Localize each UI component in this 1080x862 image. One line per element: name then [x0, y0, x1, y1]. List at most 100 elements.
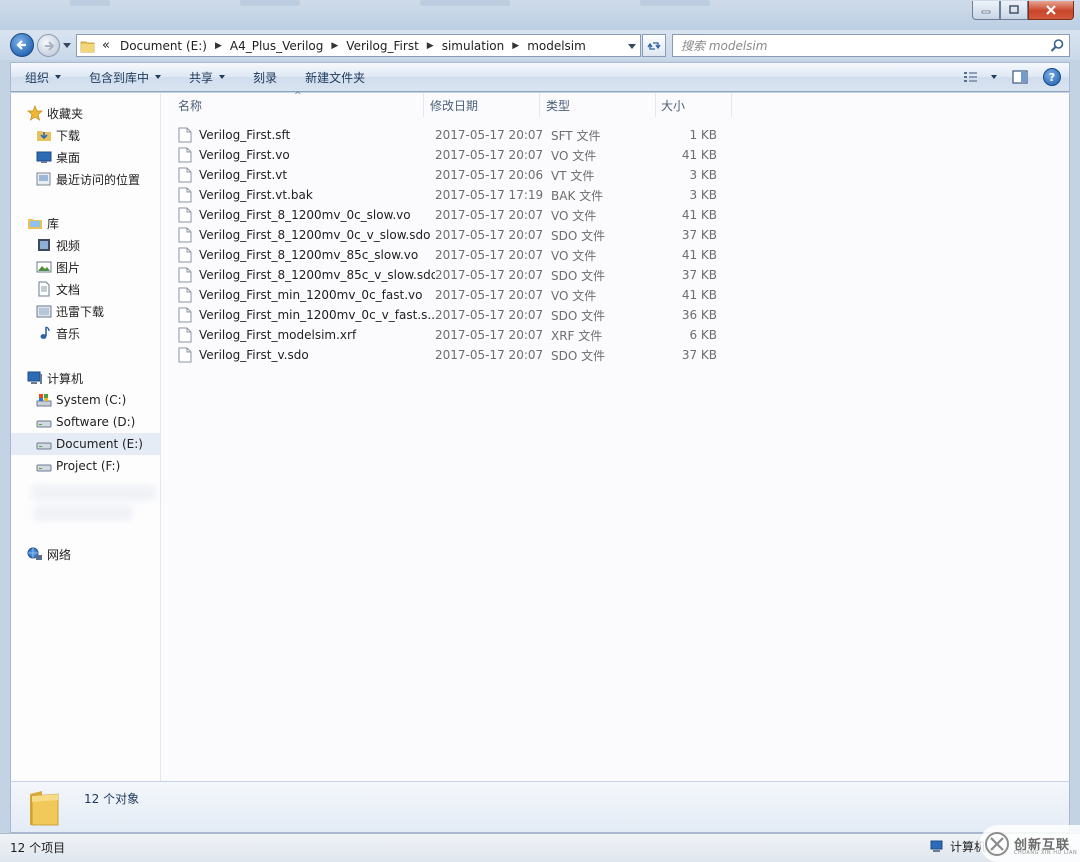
change-view-button[interactable]: [961, 67, 999, 87]
file-row[interactable]: Verilog_First_min_1200mv_0c_v_fast.s... 2…: [178, 305, 738, 325]
help-button[interactable]: ?: [1043, 68, 1061, 86]
nav-computer[interactable]: 计算机: [11, 367, 160, 389]
file-row[interactable]: Verilog_First_8_1200mv_85c_v_slow.sdo 201…: [178, 265, 738, 285]
file-row[interactable]: Verilog_First_8_1200mv_0c_slow.vo 2017-05…: [178, 205, 738, 225]
file-icon: [178, 347, 192, 363]
preview-pane-button[interactable]: [1009, 67, 1031, 87]
forward-button[interactable]: [37, 34, 60, 57]
file-row[interactable]: Verilog_First_8_1200mv_0c_v_slow.sdo 2017…: [178, 225, 738, 245]
minimize-button[interactable]: [972, 1, 1000, 20]
burn-button[interactable]: 刻录: [239, 63, 291, 91]
nav-recent-places[interactable]: 最近访问的位置: [11, 168, 160, 190]
recent-places-icon: [36, 172, 51, 186]
title-ghost: [70, 0, 110, 6]
arrow-right-icon: [44, 40, 54, 51]
breadcrumb-item[interactable]: simulation ▶: [442, 39, 527, 53]
column-header-type[interactable]: 类型: [540, 93, 656, 117]
watermark-logo-icon: [985, 831, 1009, 856]
folder-icon: [80, 41, 95, 52]
chevron-down-icon: [155, 75, 162, 79]
nav-thunder-downloads[interactable]: 迅雷下载: [11, 300, 160, 322]
file-list[interactable]: ^ 名称 修改日期 类型 大小 Verilog_First.sft 2017-05…: [162, 91, 1071, 781]
nav-network[interactable]: 网络: [11, 543, 160, 565]
file-row[interactable]: Verilog_First_v.sdo 2017-05-17 20:07 SDO 文…: [178, 345, 738, 365]
recent-pages-dropdown[interactable]: [63, 43, 71, 48]
nav-desktop[interactable]: 桌面: [11, 146, 160, 168]
nav-favorites[interactable]: 收藏夹: [11, 102, 160, 124]
search-icon[interactable]: [1049, 38, 1065, 54]
chevron-down-icon: [991, 75, 997, 79]
file-icon: [178, 247, 192, 263]
computer-icon: [930, 840, 943, 852]
nav-drive-c[interactable]: System (C:): [11, 389, 160, 411]
downloads-folder-icon: [37, 131, 51, 141]
file-icon: [178, 227, 192, 243]
address-bar[interactable]: « Document (E:) ▶ A4_Plus_Verilog ▶ Verilo…: [76, 34, 641, 57]
nav-documents[interactable]: 文档: [11, 278, 160, 300]
breadcrumb-overflow[interactable]: «: [102, 38, 120, 53]
drive-icon: [36, 464, 52, 472]
breadcrumb-item[interactable]: modelsim: [527, 39, 586, 53]
new-folder-button[interactable]: 新建文件夹: [291, 63, 379, 91]
file-icon: [178, 267, 192, 283]
close-button[interactable]: [1028, 1, 1074, 20]
documents-icon: [38, 281, 50, 297]
file-row[interactable]: Verilog_First.vo 2017-05-17 20:07 VO 文件 41 …: [178, 145, 738, 165]
nav-drive-f[interactable]: Project (F:): [11, 455, 160, 477]
nav-music[interactable]: 音乐: [11, 322, 160, 344]
file-icon: [178, 327, 192, 343]
file-row[interactable]: Verilog_First.vt 2017-05-17 20:06 VT 文件 3 K…: [178, 165, 738, 185]
minimize-icon: [981, 10, 991, 14]
address-row: « Document (E:) ▶ A4_Plus_Verilog ▶ Verilo…: [0, 30, 1080, 60]
search-input[interactable]: [673, 38, 1049, 53]
file-row[interactable]: Verilog_First_modelsim.xrf 2017-05-17 20:…: [178, 325, 738, 345]
file-row[interactable]: Verilog_First_min_1200mv_0c_fast.vo 2017-…: [178, 285, 738, 305]
video-icon: [38, 239, 50, 251]
address-history-dropdown[interactable]: [628, 44, 636, 49]
system-drive-icon: [36, 394, 52, 407]
navigation-pane[interactable]: 收藏夹 下载 桌面 最近访问的位置 库 视频 图片 文档 迅雷下载 音乐 计算机…: [11, 93, 161, 781]
column-header-modified[interactable]: 修改日期: [424, 93, 540, 117]
nav-drive-d[interactable]: Software (D:): [11, 411, 160, 433]
nav-drive-e[interactable]: Document (E:): [11, 433, 160, 455]
organize-menu[interactable]: 组织: [11, 63, 75, 91]
pictures-icon: [36, 261, 52, 273]
drive-icon: [36, 420, 52, 428]
network-icon: [27, 547, 42, 560]
nav-libraries[interactable]: 库: [11, 212, 160, 234]
drive-icon: [36, 442, 52, 450]
desktop-icon: [36, 151, 52, 163]
status-computer: 计算机: [930, 838, 986, 855]
column-header-name[interactable]: 名称: [162, 93, 424, 117]
refresh-button[interactable]: [642, 34, 666, 57]
redacted-region: [33, 505, 133, 521]
include-in-library-menu[interactable]: 包含到库中: [75, 63, 175, 91]
title-bar[interactable]: [0, 0, 1080, 30]
file-icon: [178, 307, 192, 323]
breadcrumb-item[interactable]: A4_Plus_Verilog ▶: [230, 39, 346, 53]
back-button[interactable]: [10, 33, 34, 57]
nav-downloads[interactable]: 下载: [11, 124, 160, 146]
file-icon: [178, 207, 192, 223]
file-icon: [178, 187, 192, 203]
status-bar: 12 个项目 计算机: [0, 833, 1080, 862]
thunder-folder-icon: [36, 305, 52, 318]
watermark: 创新互联 CHUANG XIN HU LIAN: [980, 825, 1080, 862]
computer-icon: [27, 371, 42, 384]
breadcrumb-item[interactable]: Document (E:) ▶: [120, 39, 230, 53]
explorer-body: 收藏夹 下载 桌面 最近访问的位置 库 视频 图片 文档 迅雷下载 音乐 计算机…: [10, 91, 1071, 781]
column-header-size[interactable]: 大小: [656, 93, 732, 117]
search-box[interactable]: [672, 34, 1070, 57]
breadcrumb-item[interactable]: Verilog_First ▶: [346, 39, 441, 53]
file-row[interactable]: Verilog_First.sft 2017-05-17 20:07 SFT 文件 1…: [178, 125, 738, 145]
maximize-icon: [1009, 5, 1019, 14]
file-row[interactable]: Verilog_First.vt.bak 2017-05-17 17:19 BAK …: [178, 185, 738, 205]
share-menu[interactable]: 共享: [175, 63, 239, 91]
nav-videos[interactable]: 视频: [11, 234, 160, 256]
library-icon: [28, 219, 42, 229]
file-icon: [178, 147, 192, 163]
folder-icon: [30, 791, 59, 826]
maximize-button[interactable]: [1000, 1, 1028, 20]
file-row[interactable]: Verilog_First_8_1200mv_85c_slow.vo 2017-0…: [178, 245, 738, 265]
nav-pictures[interactable]: 图片: [11, 256, 160, 278]
